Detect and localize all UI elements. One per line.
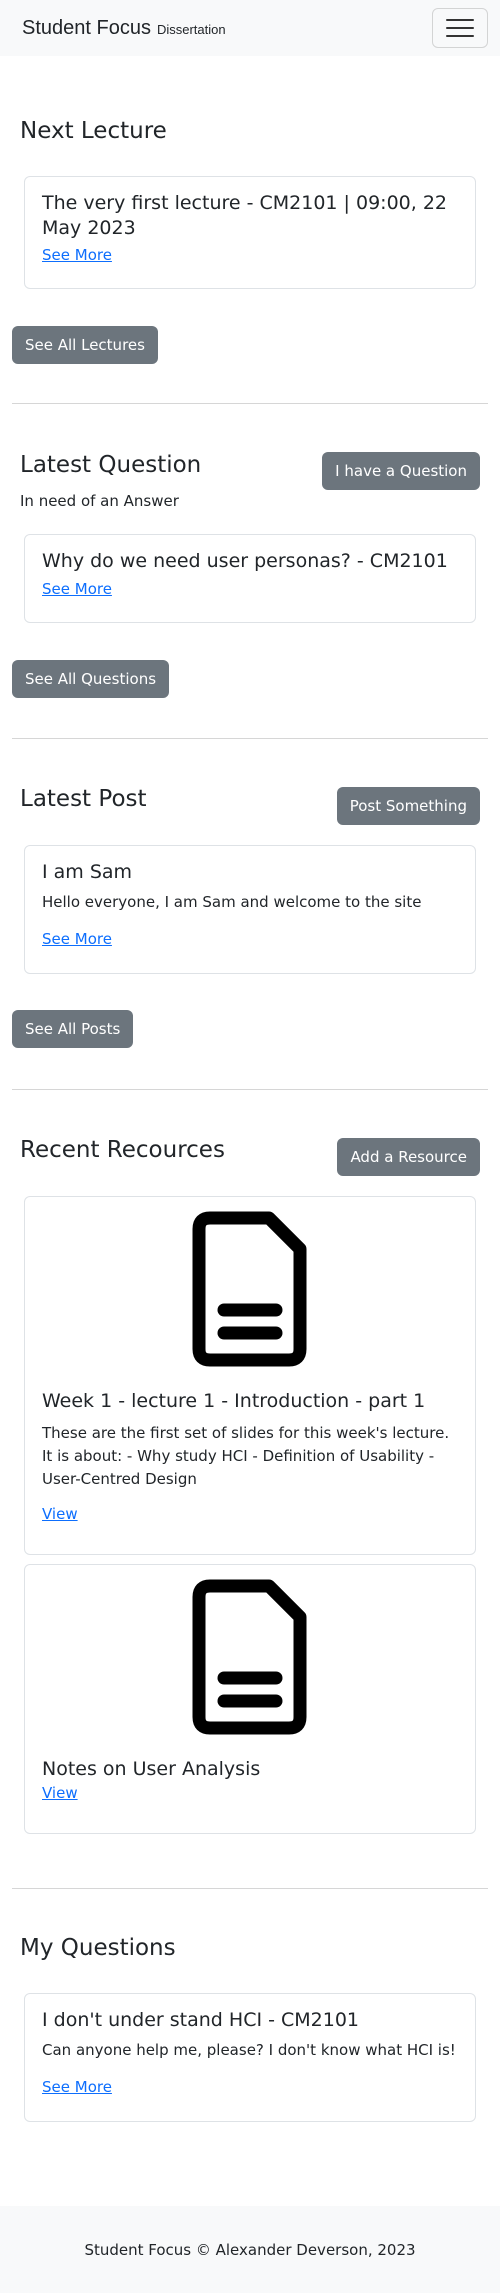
file-icon <box>192 1211 307 1367</box>
my-question-text: Can anyone help me, please? I don't know… <box>42 2040 456 2059</box>
question-subtext: In need of an Answer <box>20 492 179 510</box>
post-something-button[interactable]: Post Something <box>336 787 480 825</box>
divider <box>12 1888 488 1889</box>
hamburger-icon <box>446 27 474 29</box>
resource-title: Notes on User Analysis <box>42 1758 261 1780</box>
add-resource-button[interactable]: Add a Resource <box>337 1138 480 1176</box>
footer-text: Student Focus © Alexander Deverson, 2023 <box>84 2240 416 2259</box>
file-icon <box>192 1579 307 1735</box>
latest-question-heading: Latest Question <box>20 452 202 478</box>
see-all-questions-button[interactable]: See All Questions <box>12 660 170 698</box>
resource-view-link[interactable]: View <box>42 1505 78 1523</box>
next-lecture-heading: Next Lecture <box>20 118 167 144</box>
lecture-title: The very first lecture - CM2101 | 09:00,… <box>42 192 448 239</box>
post-see-more-link[interactable]: See More <box>42 930 112 948</box>
navbar: Student Focus Dissertation <box>0 0 500 56</box>
recent-resources-heading: Recent Recources <box>20 1137 225 1163</box>
see-all-lectures-button[interactable]: See All Lectures <box>12 326 158 364</box>
lecture-see-more-link[interactable]: See More <box>42 246 112 264</box>
resource-card: Notes on User Analysis View <box>24 1564 476 1834</box>
my-questions-heading: My Questions <box>20 1935 176 1961</box>
latest-question-card: Why do we need user personas? - CM2101 S… <box>24 534 476 623</box>
my-question-card: I don't under stand HCI - CM2101 Can any… <box>24 1993 476 2122</box>
post-text: Hello everyone, I am Sam and welcome to … <box>42 892 422 911</box>
my-question-title: I don't under stand HCI - CM2101 <box>42 2009 360 2031</box>
hamburger-icon <box>446 35 474 37</box>
divider <box>12 1089 488 1090</box>
menu-toggle-button[interactable] <box>432 8 488 48</box>
brand-link[interactable]: Student Focus Dissertation <box>22 17 226 40</box>
resource-title: Week 1 - lecture 1 - Introduction - part… <box>42 1390 426 1412</box>
resource-view-link[interactable]: View <box>42 1784 78 1802</box>
ask-question-button[interactable]: I have a Question <box>322 452 480 490</box>
question-see-more-link[interactable]: See More <box>42 580 112 598</box>
resource-description: These are the first set of slides for th… <box>42 1423 450 1489</box>
question-title: Why do we need user personas? - CM2101 <box>42 550 448 572</box>
brand-subtitle: Dissertation <box>156 21 226 37</box>
latest-post-card: I am Sam Hello everyone, I am Sam and we… <box>24 845 476 974</box>
divider <box>12 738 488 739</box>
next-lecture-card: The very first lecture - CM2101 | 09:00,… <box>24 176 476 289</box>
my-question-see-more-link[interactable]: See More <box>42 2078 112 2096</box>
resource-card: Week 1 - lecture 1 - Introduction - part… <box>24 1196 476 1555</box>
hamburger-icon <box>446 19 474 21</box>
see-all-posts-button[interactable]: See All Posts <box>12 1010 134 1048</box>
brand-title: Student Focus <box>22 16 151 39</box>
footer: Student Focus © Alexander Deverson, 2023 <box>0 2206 500 2293</box>
post-title: I am Sam <box>42 861 133 883</box>
latest-post-heading: Latest Post <box>20 786 147 812</box>
divider <box>12 403 488 404</box>
